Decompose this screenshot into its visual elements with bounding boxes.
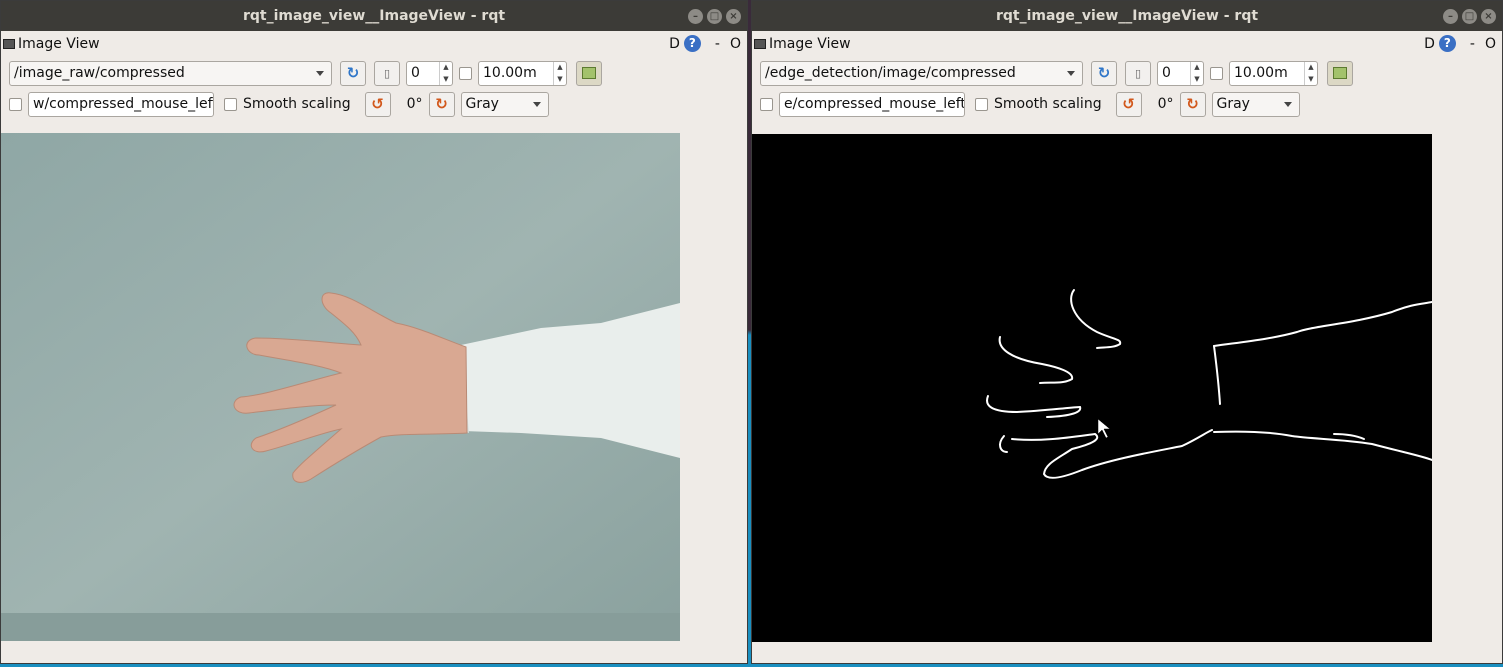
rotation-label: 0° — [1157, 96, 1174, 112]
chevron-down-icon — [316, 70, 324, 76]
max-range-spinbox[interactable]: 10.00m ▲ ▼ — [478, 60, 567, 86]
window-titlebar[interactable]: rqt_image_view__ImageView - rqt – □ × — [752, 1, 1502, 31]
mouse-topic-input[interactable]: w/compressed_mouse_left — [28, 91, 214, 117]
maximize-button[interactable]: □ — [707, 9, 722, 24]
max-range-value: 10.00m — [483, 65, 537, 81]
chevron-down-icon — [532, 101, 541, 107]
dock-button[interactable]: D — [1424, 36, 1435, 52]
zoom-spinbox[interactable]: 0 ▲ ▼ — [406, 60, 453, 86]
image-view-window-raw: rqt_image_view__ImageView - rqt – □ × Im… — [0, 0, 748, 664]
smooth-scaling-label: Smooth scaling — [243, 96, 351, 112]
window-controls: – □ × — [1443, 9, 1496, 24]
save-image-button[interactable] — [576, 60, 602, 86]
rotate-left-icon: ↺ — [1122, 95, 1135, 113]
zoom-spinbox[interactable]: 0 ▲ ▼ — [1157, 60, 1204, 86]
close-plugin-button[interactable]: O — [1485, 36, 1496, 52]
rotate-right-icon: ↻ — [435, 95, 448, 113]
plugin-icon — [3, 39, 15, 49]
save-image-icon — [582, 67, 596, 79]
rotate-left-button[interactable]: ↺ — [1115, 91, 1142, 117]
topic-select[interactable]: /image_raw/compressed — [9, 60, 332, 86]
window-controls: – □ × — [688, 9, 741, 24]
max-range-value: 10.00m — [1234, 65, 1288, 81]
help-icon[interactable]: ? — [683, 35, 701, 52]
chevron-down-icon — [1283, 101, 1292, 107]
minimize-button[interactable]: – — [1443, 9, 1458, 24]
dock-button[interactable]: D — [669, 36, 680, 52]
plugin-header: Image View D ? - O — [752, 31, 1502, 57]
max-range-spinbox[interactable]: 10.00m ▲ ▼ — [1229, 60, 1318, 86]
pause-icon: ▯ — [1134, 66, 1142, 80]
smooth-scaling-checkbox[interactable] — [975, 97, 988, 111]
dynamic-range-checkbox[interactable] — [459, 66, 472, 80]
chevron-down-icon — [1067, 70, 1075, 76]
refresh-icon: ↻ — [1097, 64, 1111, 82]
rotate-left-icon: ↺ — [371, 95, 384, 113]
publish-mouse-checkbox[interactable] — [9, 97, 22, 111]
spin-arrows-icon[interactable]: ▲ ▼ — [553, 61, 566, 85]
minimize-plugin-button[interactable]: - — [715, 36, 720, 52]
save-image-button[interactable] — [1327, 60, 1353, 86]
options-toolbar: e/compressed_mouse_left Smooth scaling ↺… — [752, 88, 1502, 120]
plugin-header: Image View D ? - O — [1, 31, 747, 57]
color-scheme-value: Gray — [465, 96, 499, 112]
plugin-controls: D ? - O — [1424, 35, 1496, 52]
help-icon[interactable]: ? — [1438, 35, 1456, 52]
color-scheme-select[interactable]: Gray — [460, 91, 549, 117]
zoom-spinbox-value: 0 — [411, 65, 420, 81]
edge-detection-image[interactable] — [752, 134, 1432, 642]
rotate-right-button[interactable]: ↻ — [428, 91, 455, 117]
options-toolbar: w/compressed_mouse_left Smooth scaling ↺… — [1, 88, 747, 120]
rotate-right-button[interactable]: ↻ — [1179, 91, 1206, 117]
pause-button[interactable]: ▯ — [1125, 60, 1151, 86]
refresh-topics-button[interactable]: ↻ — [1091, 60, 1117, 86]
close-button[interactable]: × — [1481, 9, 1496, 24]
smooth-scaling-checkbox[interactable] — [224, 97, 237, 111]
minimize-button[interactable]: – — [688, 9, 703, 24]
spin-arrows-icon[interactable]: ▲ ▼ — [1304, 61, 1317, 85]
plugin-controls: D ? - O — [669, 35, 741, 52]
window-title: rqt_image_view__ImageView - rqt — [242, 8, 506, 24]
spin-arrows-icon[interactable]: ▲ ▼ — [439, 61, 452, 85]
spin-arrows-icon[interactable]: ▲ ▼ — [1190, 61, 1203, 85]
pause-icon: ▯ — [383, 66, 391, 80]
topic-select[interactable]: /edge_detection/image/compressed — [760, 60, 1083, 86]
dynamic-range-checkbox[interactable] — [1210, 66, 1223, 80]
pause-button[interactable]: ▯ — [374, 60, 400, 86]
maximize-button[interactable]: □ — [1462, 9, 1477, 24]
rotate-right-icon: ↻ — [1186, 95, 1199, 113]
plugin-icon — [754, 39, 766, 49]
color-scheme-value: Gray — [1216, 96, 1250, 112]
rotation-label: 0° — [406, 96, 423, 112]
plugin-title: Image View — [18, 36, 100, 52]
refresh-icon: ↻ — [346, 64, 360, 82]
zoom-spinbox-value: 0 — [1162, 65, 1171, 81]
mouse-topic-input[interactable]: e/compressed_mouse_left — [779, 91, 965, 117]
close-button[interactable]: × — [726, 9, 741, 24]
minimize-plugin-button[interactable]: - — [1470, 36, 1475, 52]
topic-select-value: /image_raw/compressed — [14, 65, 185, 81]
plugin-title: Image View — [769, 36, 851, 52]
topic-select-value: /edge_detection/image/compressed — [765, 65, 1016, 81]
topic-toolbar: /edge_detection/image/compressed ↻ ▯ 0 ▲… — [752, 57, 1502, 89]
smooth-scaling-label: Smooth scaling — [994, 96, 1102, 112]
window-title: rqt_image_view__ImageView - rqt — [995, 8, 1259, 24]
topic-toolbar: /image_raw/compressed ↻ ▯ 0 ▲ ▼ 10.00m ▲ ▼ — [1, 57, 747, 89]
publish-mouse-checkbox[interactable] — [760, 97, 773, 111]
window-titlebar[interactable]: rqt_image_view__ImageView - rqt – □ × — [1, 1, 747, 31]
close-plugin-button[interactable]: O — [730, 36, 741, 52]
color-scheme-select[interactable]: Gray — [1211, 91, 1300, 117]
refresh-topics-button[interactable]: ↻ — [340, 60, 366, 86]
save-image-icon — [1333, 67, 1347, 79]
rotate-left-button[interactable]: ↺ — [364, 91, 391, 117]
camera-image[interactable] — [1, 133, 680, 641]
image-view-window-edges: rqt_image_view__ImageView - rqt – □ × Im… — [751, 0, 1503, 664]
